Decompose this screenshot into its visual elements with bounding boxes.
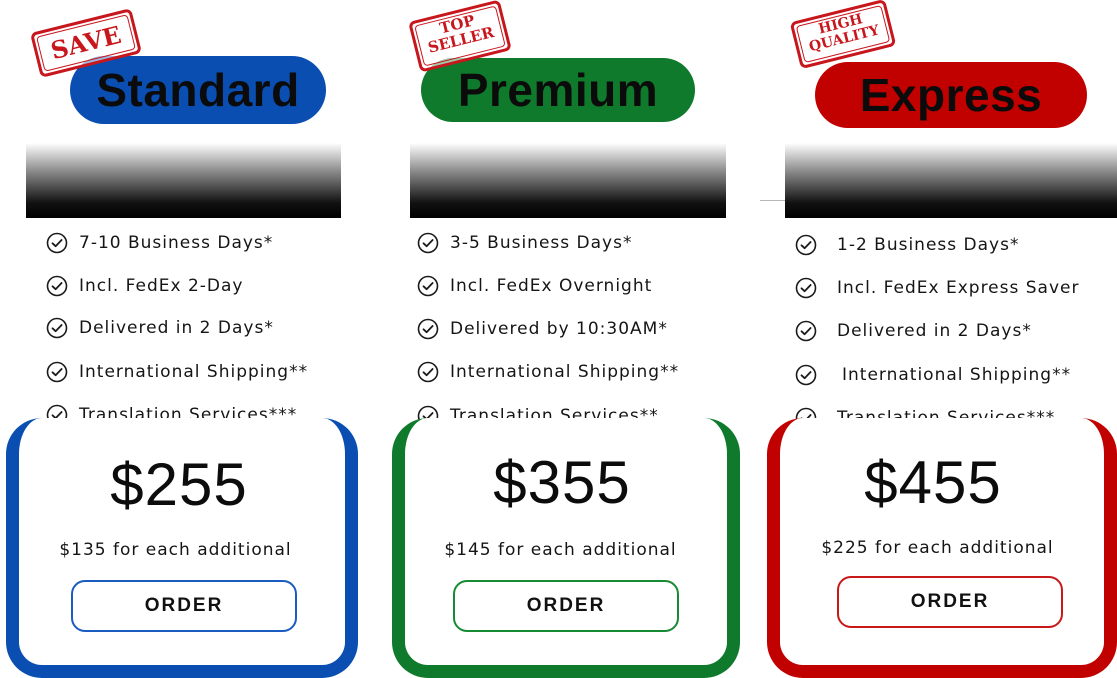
check-circle-icon: [417, 232, 439, 254]
additional-price: $135 for each additional: [59, 540, 292, 560]
plan-standard: Standard SAVE 7-10 Business Days* Incl. …: [0, 0, 370, 678]
check-circle-icon: [46, 317, 68, 339]
plan-title-pill: Standard: [70, 56, 326, 124]
price: $355: [493, 449, 631, 516]
feature-item: Incl. FedEx Express Saver: [795, 273, 1079, 303]
feature-item: International Shipping**: [46, 357, 308, 387]
feature-item: 7-10 Business Days*: [46, 228, 273, 258]
feature-item: Delivered in 2 Days*: [795, 316, 1032, 346]
feature-item: 1-2 Business Days*: [795, 230, 1019, 260]
price-card: $355 $145 for each additional ORDER: [392, 418, 740, 678]
high-quality-stamp: HIGH QUALITY: [789, 0, 897, 70]
price: $455: [864, 449, 1002, 516]
feature-item: International Shipping**: [417, 357, 679, 387]
header-band: [26, 143, 341, 218]
plan-title: Standard: [96, 64, 300, 116]
feature-text: Delivered in 2 Days*: [837, 321, 1032, 341]
check-circle-icon: [795, 364, 817, 386]
stamp-text: HIGH QUALITY: [807, 11, 881, 55]
additional-price: $225 for each additional: [821, 538, 1054, 558]
check-circle-icon: [417, 275, 439, 297]
feature-text: International Shipping**: [842, 365, 1072, 385]
plan-premium: Premium TOP SELLER 3-5 Business Days* In…: [385, 0, 755, 678]
feature-text: Delivered in 2 Days*: [79, 318, 274, 338]
plan-title-pill: Premium: [421, 58, 695, 122]
order-button[interactable]: ORDER: [837, 576, 1063, 628]
feature-text: Incl. FedEx Express Saver: [837, 278, 1080, 298]
feature-item: Delivered by 10:30AM*: [417, 314, 668, 344]
feature-text: International Shipping**: [450, 362, 680, 382]
check-circle-icon: [46, 232, 68, 254]
plan-express: Express HIGH QUALITY 1-2 Business Days* …: [760, 0, 1117, 678]
order-button[interactable]: ORDER: [453, 580, 679, 632]
stamp-text: TOP SELLER: [426, 11, 496, 57]
feature-item: Incl. FedEx Overnight: [417, 271, 652, 301]
plan-title: Premium: [457, 64, 659, 116]
check-circle-icon: [46, 361, 68, 383]
feature-text: Incl. FedEx 2-Day: [79, 276, 244, 296]
additional-price: $145 for each additional: [444, 540, 677, 560]
price-card: $255 $135 for each additional ORDER: [6, 418, 358, 678]
feature-item: 3-5 Business Days*: [417, 228, 632, 258]
plan-title-pill: Express: [815, 62, 1087, 128]
price: $255: [110, 451, 248, 518]
price-card: $455 $225 for each additional ORDER: [767, 418, 1117, 678]
feature-text: 3-5 Business Days*: [450, 233, 633, 253]
check-circle-icon: [417, 318, 439, 340]
feature-item: Delivered in 2 Days*: [46, 313, 274, 343]
feature-item: International Shipping**: [795, 360, 1071, 390]
plan-title: Express: [859, 69, 1043, 121]
header-band: [410, 143, 726, 218]
check-circle-icon: [795, 234, 817, 256]
feature-text: Incl. FedEx Overnight: [450, 276, 653, 296]
check-circle-icon: [417, 361, 439, 383]
feature-text: 7-10 Business Days*: [79, 233, 274, 253]
order-button[interactable]: ORDER: [71, 580, 297, 632]
feature-text: Delivered by 10:30AM*: [450, 319, 668, 339]
feature-text: 1-2 Business Days*: [837, 235, 1020, 255]
check-circle-icon: [46, 275, 68, 297]
feature-text: International Shipping**: [79, 362, 309, 382]
check-circle-icon: [795, 277, 817, 299]
check-circle-icon: [795, 320, 817, 342]
header-band: [785, 143, 1117, 218]
stamp-text: SAVE: [47, 19, 124, 66]
feature-item: Incl. FedEx 2-Day: [46, 271, 244, 301]
